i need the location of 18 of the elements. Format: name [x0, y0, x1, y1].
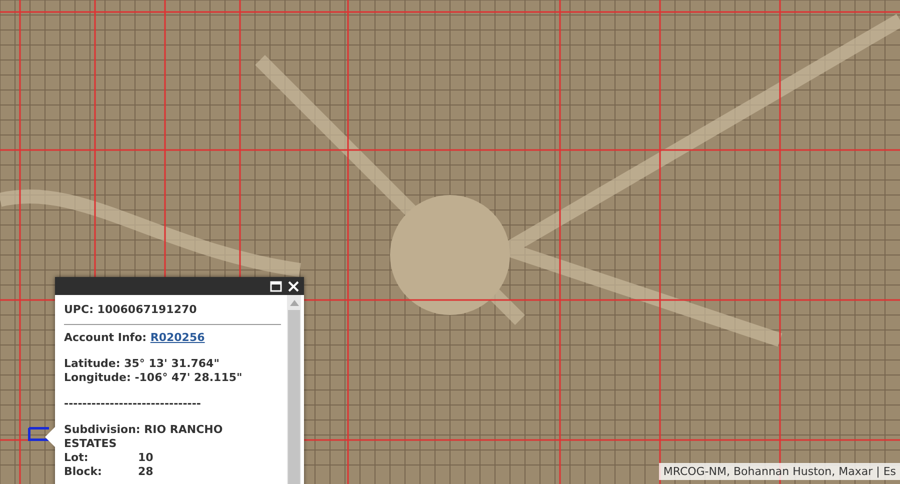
account-link[interactable]: R020256	[150, 331, 205, 344]
scrollbar-thumb[interactable]	[288, 310, 300, 484]
field-label: Lot:	[64, 451, 90, 465]
parcel-outline-icon	[28, 427, 50, 441]
longitude-text: Longitude: -106° 47' 28.115"	[64, 371, 244, 385]
separator-text: ------------------------------	[64, 397, 202, 411]
maximize-icon[interactable]	[270, 280, 282, 292]
field-label: Block:	[64, 465, 103, 479]
scroll-up-icon[interactable]	[290, 300, 298, 306]
field-value: 28	[138, 465, 154, 479]
close-icon[interactable]	[288, 280, 299, 292]
subdivision-text: Subdivision: RIO RANCHO ESTATES	[64, 423, 224, 451]
map-attribution: MRCOG-NM, Bohannan Huston, Maxar | Es	[659, 463, 900, 480]
latitude-text: Latitude: 35° 13' 31.764"	[64, 357, 220, 371]
account-info-label: Account Info:	[64, 331, 147, 344]
upc-text: UPC: 1006067191270	[64, 303, 198, 317]
scrollbar[interactable]	[287, 295, 301, 484]
field-value: 10	[138, 451, 154, 465]
